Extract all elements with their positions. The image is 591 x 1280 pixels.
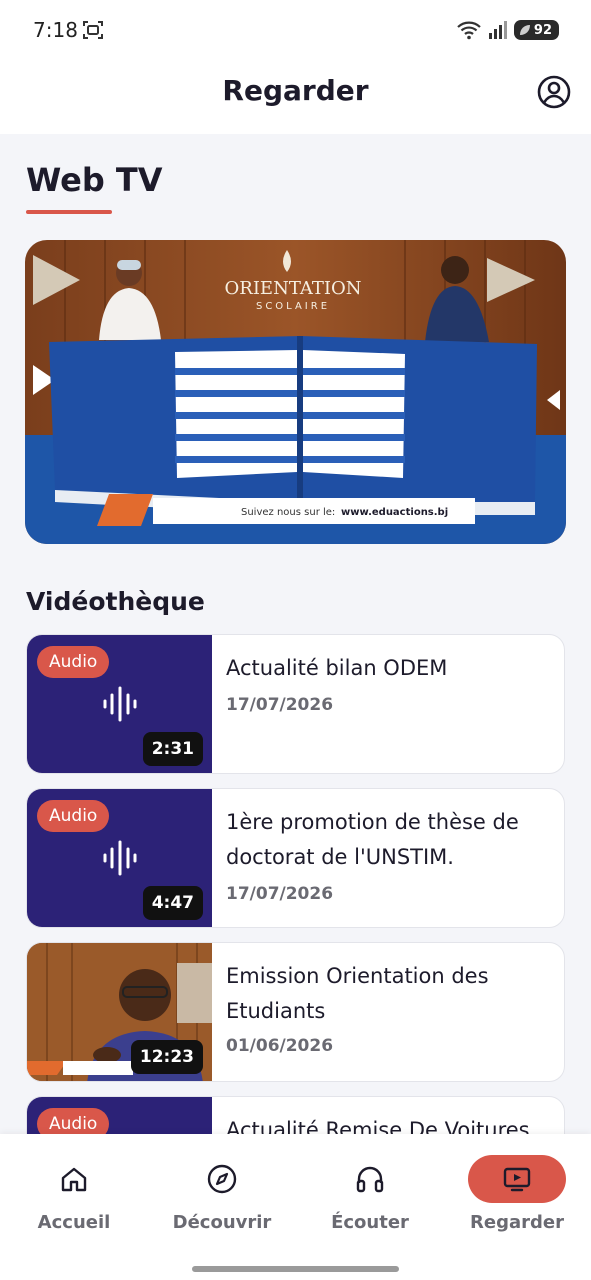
video-title: Emission Orientation des Etudiants (226, 964, 489, 1023)
page-title: Regarder (222, 74, 369, 107)
wifi-icon (457, 21, 481, 40)
status-icons: 92 (456, 18, 559, 42)
nav-decouvrir[interactable]: Découvrir (148, 1154, 296, 1244)
video-thumbnail: 12:23 (27, 943, 212, 1081)
nav-label: Regarder (470, 1212, 564, 1233)
app-bar: Regarder (0, 60, 591, 134)
nav-label: Écouter (331, 1212, 409, 1233)
video-date: 17/07/2026 (226, 884, 334, 904)
nav-regarder[interactable]: Regarder (443, 1154, 591, 1244)
video-title: 1ère promotion de thèse de doctorat de l… (226, 810, 519, 869)
nav-ecouter[interactable]: Écouter (296, 1154, 444, 1244)
headphones-icon (356, 1166, 384, 1193)
account-circle-icon[interactable] (536, 74, 572, 110)
web-tv-frame: ORIENTATION SCOLAIRE Suivez nous sur le: (25, 240, 566, 544)
video-card[interactable]: Audio 4:47 1ère promotion de thèse de do… (26, 788, 565, 928)
audio-badge: Audio (37, 1108, 110, 1134)
bottom-navigation: Accueil Découvrir Écouter Regarder (0, 1134, 591, 1280)
home-icon (61, 1167, 87, 1192)
banner-ticker-url: www.eduactions.bj (341, 507, 448, 518)
banner-logo-line2: SCOLAIRE (256, 301, 330, 312)
battery-leaf-icon (519, 25, 530, 35)
audio-badge: Audio (37, 800, 110, 832)
audio-badge: Audio (37, 646, 110, 678)
battery-indicator: 92 (513, 20, 559, 40)
status-time: 7:18 (33, 18, 78, 42)
nav-active-indicator (468, 1155, 566, 1203)
home-indicator[interactable] (192, 1266, 399, 1272)
video-title: Actualité bilan ODEM (226, 656, 448, 680)
video-thumbnail: Audio (27, 1097, 212, 1134)
nav-label: Découvrir (172, 1212, 272, 1233)
compass-icon (207, 1164, 237, 1194)
video-date: 17/07/2026 (226, 695, 334, 715)
video-date: 01/06/2026 (226, 1036, 334, 1056)
video-card[interactable]: Audio Actualité Remise De Voitures (26, 1096, 565, 1134)
video-card[interactable]: 12:23 Emission Orientation des Etudiants… (26, 942, 565, 1082)
web-tv-title: Web TV (26, 161, 163, 199)
video-thumbnail: Audio 2:31 (27, 635, 212, 773)
audio-wave-icon (103, 686, 137, 722)
web-tv-player[interactable]: ORIENTATION SCOLAIRE Suivez nous sur le: (25, 240, 566, 544)
video-duration: 2:31 (142, 732, 203, 766)
battery-level: 92 (533, 22, 552, 38)
videotheque-title: Vidéothèque (26, 587, 205, 616)
banner-ticker-prefix: Suivez nous sur le: (241, 507, 335, 518)
video-title: Actualité Remise De Voitures (226, 1118, 530, 1134)
nav-accueil[interactable]: Accueil (0, 1154, 148, 1244)
video-thumbnail: Audio 4:47 (27, 789, 212, 927)
status-bar: 7:18 92 (0, 0, 591, 60)
audio-wave-icon (103, 840, 137, 876)
tv-play-icon (503, 1167, 531, 1192)
screenshot-icon (83, 21, 103, 39)
banner-logo-line1: ORIENTATION (225, 278, 362, 299)
nav-label: Accueil (37, 1212, 111, 1233)
web-tv-underline (26, 210, 112, 214)
video-duration: 4:47 (142, 886, 203, 920)
scroll-content[interactable]: Web TV ORIENTATION SCOLAIRE Suivez nous … (0, 134, 591, 1134)
signal-icon (488, 21, 507, 39)
video-card[interactable]: Audio 2:31 Actualité bilan ODEM 17/07/20… (26, 634, 565, 774)
video-duration: 12:23 (130, 1040, 203, 1074)
